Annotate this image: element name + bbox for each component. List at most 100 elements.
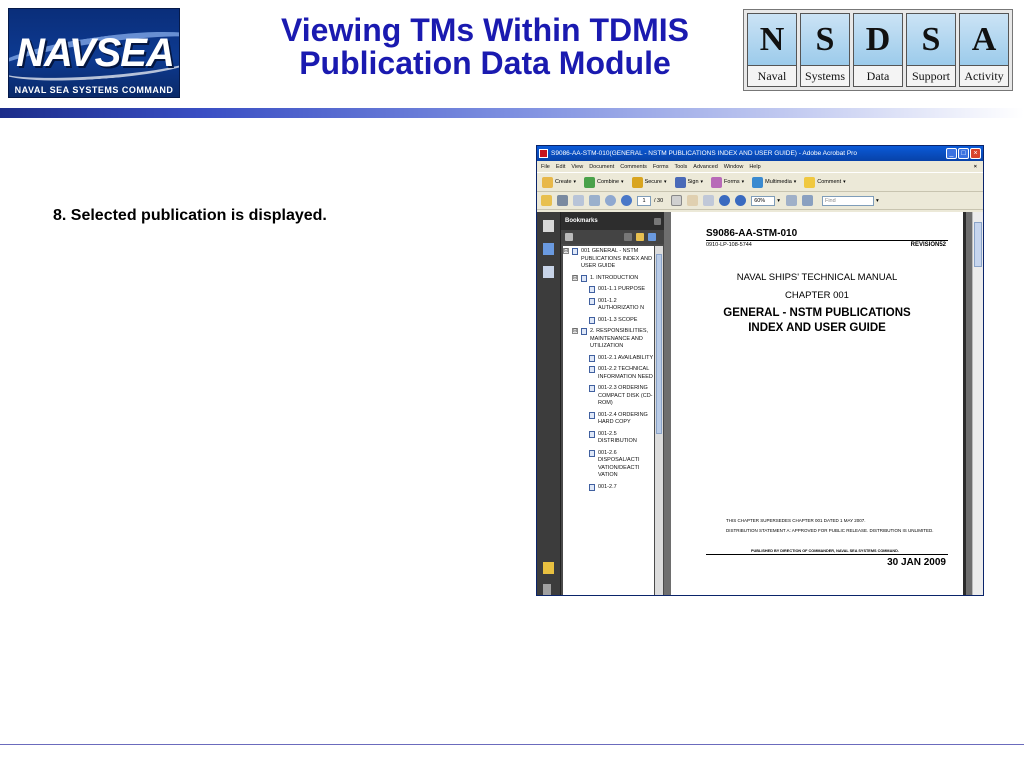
- hand-tool-icon[interactable]: [687, 195, 699, 206]
- header-gradient-bar: [0, 108, 1024, 118]
- document-scroll-thumb[interactable]: [974, 222, 982, 267]
- slide-title-line-1: Viewing TMs Within TDMIS: [281, 12, 689, 48]
- bookmark-label: 001-1.3 SCOPE: [598, 316, 638, 323]
- bookmark-label: 001-2.2 TECHNICAL INFORMATION NEED: [598, 366, 653, 380]
- pages-panel-icon[interactable]: [543, 220, 554, 232]
- page-total: / 30: [654, 197, 664, 204]
- bookmark-icon: [581, 328, 587, 335]
- bookmark-item[interactable]: 001-2.2 TECHNICAL INFORMATION NEED: [563, 366, 654, 381]
- bookmark-item[interactable]: ⊟ 1. INTRODUCTION: [563, 274, 654, 283]
- bookmark-options-icon[interactable]: [565, 233, 573, 241]
- workspace: Bookmarks ⊟ 001 GENERAL - NSTM PUBLICATIO…: [537, 212, 983, 595]
- previous-page-icon[interactable]: [605, 195, 616, 206]
- bookmark-item[interactable]: ⊟ 2. RESPONSIBILITIES, MAINTENANCE AND UT…: [563, 328, 654, 351]
- dropdown-arrow-icon: ▾: [621, 179, 624, 185]
- header-rule: [706, 240, 948, 241]
- menu-window[interactable]: Window: [724, 164, 744, 170]
- bookmark-item[interactable]: 001-2.4 ORDERING HARD COPY: [563, 411, 654, 427]
- menu-comments[interactable]: Comments: [620, 164, 647, 170]
- secure-label: Secure: [644, 179, 662, 185]
- zoom-in-icon[interactable]: [735, 195, 747, 206]
- collapse-toggle-icon[interactable]: ⊟: [572, 328, 578, 334]
- zoom-level-input[interactable]: 60%: [751, 195, 776, 206]
- bookmark-item[interactable]: 001-2.6 DISPOSAL/ACTI VATION/DEACTI VATI…: [563, 449, 654, 480]
- combine-button[interactable]: Combine ▾: [584, 176, 624, 188]
- bookmark-item[interactable]: 001-1.3 SCOPE: [563, 316, 654, 325]
- multimedia-label: Multimedia: [765, 179, 792, 185]
- print-icon[interactable]: [557, 195, 568, 206]
- lock-icon: [631, 176, 643, 188]
- document-scrollbar[interactable]: [972, 212, 983, 595]
- maximize-button[interactable]: □: [958, 148, 969, 159]
- new-bookmark-icon[interactable]: [636, 233, 644, 241]
- acrobat-window: S9086-AA-STM-010(GENERAL - NSTM PUBLICAT…: [536, 145, 984, 596]
- bookmark-icon: [589, 449, 595, 457]
- window-titlebar[interactable]: S9086-AA-STM-010(GENERAL - NSTM PUBLICAT…: [537, 146, 983, 161]
- fit-width-icon[interactable]: [801, 195, 813, 206]
- close-button[interactable]: ×: [970, 148, 981, 159]
- open-folder-icon[interactable]: [541, 195, 552, 206]
- menu-edit[interactable]: Edit: [556, 164, 565, 170]
- zoom-dropdown-icon[interactable]: ▾: [777, 198, 780, 204]
- comments-panel-icon[interactable]: [543, 562, 554, 574]
- tasks-toolbar: Create ▾ Combine ▾ Secure ▾ Sign ▾ Forms ▾ Mu…: [537, 172, 983, 192]
- zoom-tool-icon[interactable]: [703, 195, 715, 206]
- minimize-button[interactable]: _: [946, 148, 957, 159]
- sign-button[interactable]: Sign ▾: [674, 176, 703, 188]
- bookmark-label: 001-1.2 AUTHORIZATIO N: [598, 297, 645, 312]
- dropdown-arrow-icon: ▾: [573, 179, 577, 185]
- attachments-paperclip-icon[interactable]: [543, 584, 551, 595]
- menu-advanced[interactable]: Advanced: [693, 164, 717, 170]
- bookmarks-tree: ⊟ 001 GENERAL - NSTM PUBLICATIONS INDEX A…: [563, 246, 654, 595]
- bookmarks-panel-icon[interactable]: [543, 243, 554, 255]
- supersedes-note: THIS CHAPTER SUPERSEDES CHAPTER 001 DATE…: [726, 518, 866, 523]
- document-close-button[interactable]: ×: [974, 164, 977, 170]
- email-icon[interactable]: [589, 195, 600, 206]
- bookmarks-scroll-thumb[interactable]: [656, 254, 662, 434]
- navsea-logo: NAVSEA NAVAL SEA SYSTEMS COMMAND: [8, 8, 180, 98]
- page-number-input[interactable]: 1: [637, 195, 651, 206]
- forms-button[interactable]: Forms ▾: [711, 176, 744, 188]
- dropdown-arrow-icon: ▾: [793, 179, 797, 185]
- bookmark-item[interactable]: 001-1.2 AUTHORIZATIO N: [563, 297, 654, 313]
- panel-options-icon[interactable]: [654, 217, 661, 225]
- slide-title-line-2: Publication Data Module: [299, 45, 671, 81]
- signatures-panel-icon[interactable]: [543, 266, 554, 278]
- next-page-icon[interactable]: [621, 195, 632, 206]
- create-button[interactable]: Create ▾: [542, 176, 577, 188]
- bookmark-item[interactable]: ⊟ 001 GENERAL - NSTM PUBLICATIONS INDEX A…: [563, 248, 654, 271]
- bookmark-item[interactable]: 001-2.7: [563, 483, 654, 492]
- find-input[interactable]: Find: [821, 195, 874, 206]
- menu-document[interactable]: Document: [589, 164, 614, 170]
- fit-page-icon[interactable]: [785, 195, 797, 206]
- bookmark-icon: [581, 274, 587, 282]
- bookmark-icon: [589, 430, 595, 438]
- delete-bookmark-icon[interactable]: [624, 233, 632, 241]
- menu-forms[interactable]: Forms: [653, 164, 669, 170]
- expand-bookmark-icon[interactable]: [648, 233, 656, 241]
- menu-tools[interactable]: Tools: [674, 164, 687, 170]
- comment-label: Comment: [817, 179, 842, 185]
- collapse-toggle-icon[interactable]: ⊟: [563, 248, 569, 254]
- bookmark-item[interactable]: 001-2.1 AVAILABILITY: [563, 354, 654, 363]
- secure-button[interactable]: Secure ▾: [631, 176, 667, 188]
- find-dropdown-icon[interactable]: ▾: [876, 198, 879, 204]
- zoom-out-icon[interactable]: [719, 195, 731, 206]
- menu-view[interactable]: View: [571, 164, 583, 170]
- bookmark-item[interactable]: 001-2.3 ORDERING COMPACT DISK (CD-ROM): [563, 385, 654, 408]
- bookmark-icon: [589, 286, 595, 293]
- collapse-toggle-icon[interactable]: ⊟: [572, 274, 578, 281]
- bookmarks-scrollbar[interactable]: [655, 246, 663, 595]
- menu-help[interactable]: Help: [749, 164, 760, 170]
- bookmark-label: 001-2.1 AVAILABILITY: [598, 354, 654, 361]
- acrobat-app-icon: [539, 149, 548, 158]
- menu-file[interactable]: File: [541, 164, 550, 170]
- bookmark-item[interactable]: 001-1.1 PURPOSE: [563, 286, 654, 294]
- multimedia-button[interactable]: Multimedia ▾: [752, 176, 797, 188]
- bookmark-item[interactable]: 001-2.5 DISTRIBUTION: [563, 430, 654, 446]
- film-icon: [752, 176, 764, 188]
- save-icon[interactable]: [573, 195, 584, 206]
- select-cursor-icon[interactable]: [671, 195, 683, 206]
- bookmark-icon: [589, 483, 595, 491]
- comment-button[interactable]: Comment ▾: [804, 176, 846, 188]
